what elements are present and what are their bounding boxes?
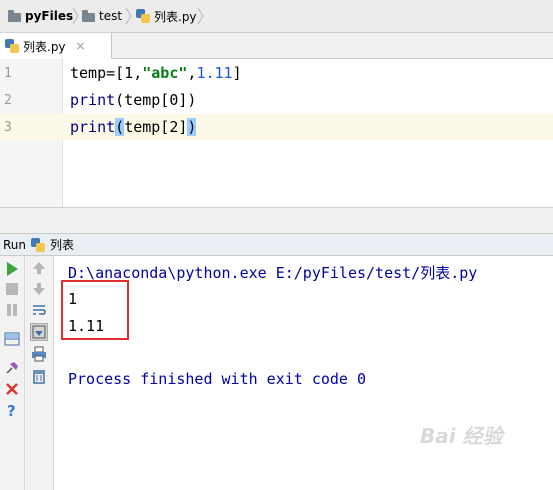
- code-line-3[interactable]: print(temp[2]): [70, 118, 197, 136]
- stop-icon: [6, 283, 18, 295]
- arrow-down-icon: [33, 283, 45, 295]
- run-panel-header: Run 列表: [0, 233, 553, 256]
- breadcrumb-file[interactable]: 列表.py: [136, 0, 197, 32]
- chevron-right-icon: [125, 7, 132, 25]
- soft-wrap-button[interactable]: [30, 301, 48, 319]
- pin-tab-button[interactable]: [3, 359, 21, 377]
- console-command-line: D:\anaconda\python.exe E:/pyFiles/test/列…: [68, 264, 478, 282]
- scroll-end-icon: [32, 325, 46, 339]
- print-button[interactable]: [30, 345, 48, 363]
- arrow-up-icon: [33, 262, 45, 274]
- run-panel-title: Run: [3, 237, 27, 252]
- tab-label: 列表.py: [23, 39, 66, 54]
- python-file-icon: [136, 9, 150, 23]
- pin-icon: [6, 362, 18, 374]
- chevron-right-icon: [72, 7, 79, 25]
- code-line-1[interactable]: temp=[1,"abc",1.11]: [70, 64, 242, 82]
- code-line-2[interactable]: print(temp[0]): [70, 91, 196, 109]
- restore-layout-button[interactable]: [3, 330, 21, 348]
- trash-icon: [33, 370, 45, 384]
- help-button[interactable]: ?: [3, 401, 21, 419]
- watermark-logo: Bai 经验: [420, 424, 503, 448]
- play-icon: [7, 262, 18, 276]
- run-config-name[interactable]: 列表: [50, 236, 74, 253]
- run-toolbar-secondary: [25, 256, 54, 490]
- pause-button[interactable]: [3, 301, 21, 319]
- close-icon: [6, 383, 18, 395]
- run-toolbar-primary: ?: [0, 256, 25, 490]
- printer-icon: [32, 346, 46, 362]
- pause-icon: [7, 304, 17, 316]
- line-number: 1: [4, 66, 12, 81]
- close-icon[interactable]: ×: [76, 39, 86, 53]
- scroll-down-button[interactable]: [30, 280, 48, 298]
- breadcrumb-folder[interactable]: test: [82, 0, 122, 32]
- clear-all-button[interactable]: [30, 367, 48, 385]
- python-run-config-icon: [31, 237, 46, 252]
- highlight-annotation-box: [61, 280, 129, 340]
- scroll-to-end-button[interactable]: [30, 323, 48, 341]
- scroll-up-button[interactable]: [30, 259, 48, 277]
- close-run-button[interactable]: [3, 380, 21, 398]
- stop-button[interactable]: [3, 280, 21, 298]
- wrap-icon: [33, 305, 46, 315]
- panel-splitter[interactable]: [0, 207, 553, 234]
- chevron-right-icon: [197, 7, 204, 25]
- line-number: 2: [4, 93, 12, 108]
- layout-icon: [4, 332, 20, 346]
- breadcrumb-file-label: 列表.py: [154, 9, 197, 24]
- navigation-bar: pyFiles test 列表.py: [0, 0, 553, 33]
- rerun-button[interactable]: [3, 260, 21, 278]
- folder-icon: [8, 9, 21, 22]
- svg-text:?: ?: [7, 402, 16, 418]
- breadcrumb-project[interactable]: pyFiles: [8, 0, 73, 32]
- line-number: 3: [4, 120, 12, 135]
- console-finish-line: Process finished with exit code 0: [68, 370, 367, 388]
- python-file-icon: [5, 39, 19, 53]
- folder-icon: [82, 9, 95, 22]
- tab-file[interactable]: 列表.py ×: [0, 33, 112, 59]
- breadcrumb-project-label: pyFiles: [25, 9, 74, 23]
- breadcrumb-folder-label: test: [99, 9, 123, 23]
- help-icon: ?: [7, 402, 16, 418]
